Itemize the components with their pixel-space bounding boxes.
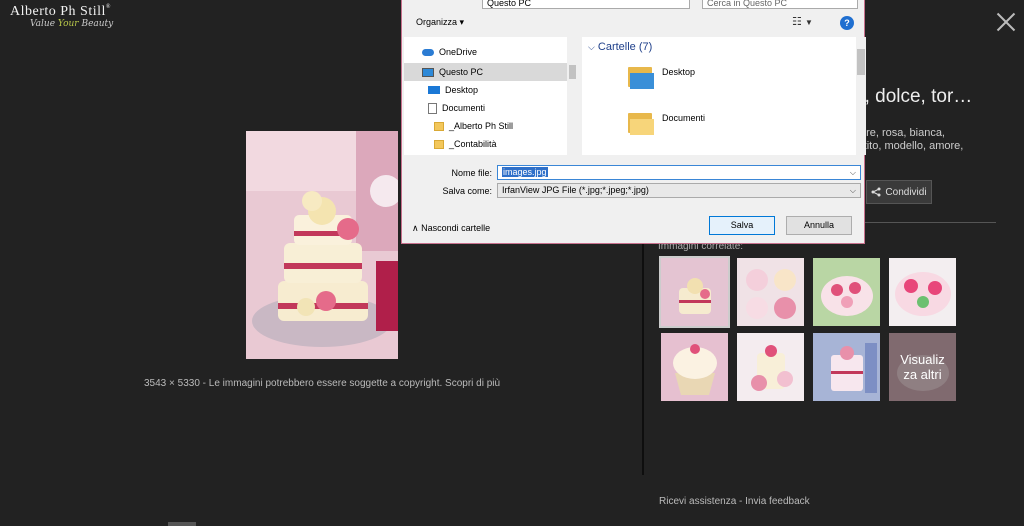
nav-item-folder[interactable]: _Alberto Ph Still [434,117,513,135]
document-icon [428,102,437,114]
chevron-down-icon: ▾ [459,17,465,27]
folder-label[interactable]: Desktop [662,67,695,77]
nav-item-desktop[interactable]: Desktop [428,81,478,99]
nav-item-this-pc[interactable]: Questo PC [404,63,567,81]
documents-folder-icon[interactable] [628,109,654,135]
chevron-down-icon[interactable]: ⌵ [850,166,856,179]
view-icon: ☷ [792,16,802,28]
chevron-down-icon: ▼ [804,18,813,27]
navigation-pane: OneDrive Questo PC Desktop Documenti _Al… [404,37,578,155]
filename-input[interactable]: images.jpg ⌵ [497,165,861,180]
help-link[interactable]: Ricevi assistenza [659,496,736,507]
share-button[interactable]: Condividi [866,180,932,204]
feedback-link[interactable]: Invia feedback [745,496,810,507]
help-icon[interactable]: ? [840,16,854,30]
folders-group-header[interactable]: ⌵ Cartelle (7) [588,41,652,53]
desktop-icon [428,86,440,94]
folder-label[interactable]: Documenti [662,113,705,123]
cancel-button[interactable]: Annulla [786,216,852,235]
see-more-label: Visualiz za altri [889,333,956,401]
nav-item-folder[interactable]: _Contabilità [434,135,497,153]
folder-icon [434,139,444,149]
view-options-button[interactable]: ☷ ▼ [792,15,813,28]
desktop-folder-icon[interactable] [628,63,654,89]
image-info: 3543 × 5330 - Le immagini potrebbero ess… [144,378,501,389]
organize-menu-button[interactable]: Organizza ▾ [416,17,464,28]
logo-name: Alberto Ph Still® [10,4,111,19]
dialog-toolbar: Organizza ▾ ☷ ▼ ? [402,11,864,35]
related-thumb[interactable] [661,333,728,401]
chevron-up-icon: ∧ [412,223,419,233]
content-pane: ⌵ Cartelle (7) Desktop Documenti [582,37,856,155]
learn-more-link[interactable]: Scopri di più [445,378,500,389]
chevron-down-icon: ⌵ [588,42,595,52]
save-button[interactable]: Salva [709,216,775,235]
panel-divider [642,220,644,475]
filetype-select[interactable]: IrfanView JPG File (*.jpg;*.jpeg;*.jpg) ⌵ [497,183,861,198]
image-tags: ore, rosa, bianca, rtito, modello, amore… [860,127,964,152]
nav-item-documents[interactable]: Documenti [428,99,485,117]
nav-item-onedrive[interactable]: OneDrive [422,43,477,61]
related-thumb[interactable] [889,258,956,326]
computer-icon [422,67,434,77]
search-input[interactable]: Cerca in Questo PC [702,0,858,9]
related-thumb[interactable] [813,258,880,326]
save-as-dialog: Questo PC Cerca in Questo PC Organizza ▾… [401,0,866,244]
bottom-scroll-indicator [168,522,196,526]
chevron-down-icon: ⌵ [849,186,856,195]
related-images-grid: Visualiz za altri [659,256,956,401]
related-thumb[interactable] [737,258,804,326]
filename-label: Nome file: [451,168,492,178]
cloud-icon [422,48,434,56]
share-icon [871,187,881,197]
address-bar[interactable]: Questo PC [482,0,690,9]
see-more-button[interactable]: Visualiz za altri [889,333,956,401]
logo-tagline: Value Your Beauty [30,19,114,29]
site-logo[interactable]: Alberto Ph Still® Value Your Beauty [10,4,130,38]
nav-scrollbar[interactable] [567,37,578,155]
main-cake-image[interactable] [246,131,398,359]
related-thumb[interactable] [659,256,730,328]
footer-links: Ricevi assistenza - Invia feedback [659,496,810,507]
content-scrollbar[interactable] [856,37,866,155]
related-thumb[interactable] [737,333,804,401]
close-viewer-icon[interactable] [994,10,1018,34]
folder-icon [434,121,444,131]
image-title: o, dolce, tor… [854,86,973,107]
filetype-label: Salva come: [442,186,492,196]
hide-folders-toggle[interactable]: ∧ Nascondi cartelle [412,223,490,234]
related-thumb[interactable] [813,333,880,401]
